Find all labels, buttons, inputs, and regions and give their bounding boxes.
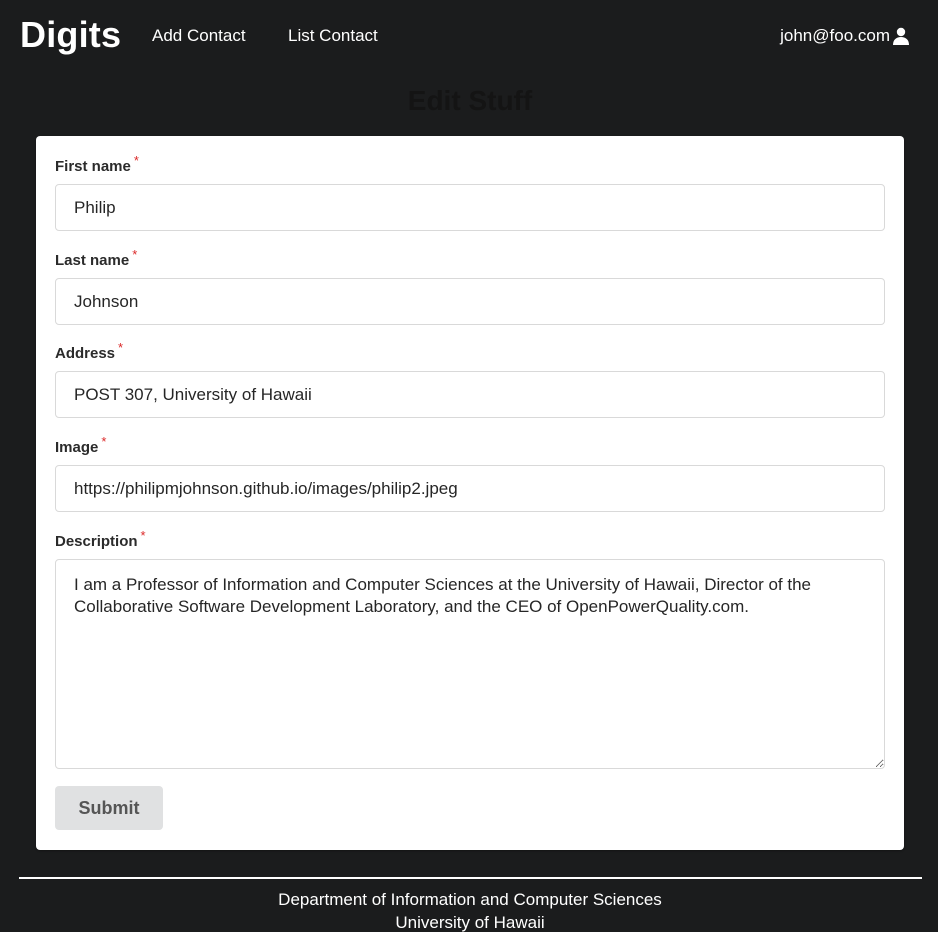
- address-field[interactable]: [55, 371, 885, 418]
- window-edge: [938, 0, 943, 932]
- first-name-label: First name *: [55, 153, 139, 176]
- required-marker: *: [140, 528, 146, 543]
- description-label: Description *: [55, 528, 146, 551]
- user-email: john@foo.com: [780, 26, 890, 45]
- last-name-label-text: Last name: [55, 252, 130, 269]
- nav-list-contact[interactable]: List Contact: [288, 26, 378, 46]
- image-label-text: Image: [55, 439, 99, 456]
- address-label: Address *: [55, 340, 123, 363]
- last-name-label: Last name *: [55, 247, 137, 270]
- description-textarea[interactable]: I am a Professor of Information and Comp…: [55, 559, 885, 769]
- last-name-field[interactable]: [55, 278, 885, 325]
- user-menu[interactable]: john@foo.com: [780, 26, 910, 46]
- image-label: Image *: [55, 434, 106, 457]
- user-icon: [892, 27, 910, 45]
- required-marker: *: [101, 434, 107, 449]
- page: Digits Add Contact List Contact john@foo…: [0, 0, 943, 932]
- first-name-label-text: First name: [55, 158, 131, 175]
- required-marker: *: [118, 340, 124, 355]
- brand-logo-link[interactable]: Digits: [20, 14, 121, 56]
- nav-add-contact[interactable]: Add Contact: [152, 26, 246, 46]
- submit-button[interactable]: Submit: [55, 786, 163, 830]
- address-label-text: Address: [55, 345, 116, 362]
- footer-divider: [19, 877, 922, 879]
- footer-department: Department of Information and Computer S…: [278, 890, 662, 909]
- edit-contact-form: First name* Last name* Address* Image* D…: [36, 136, 904, 850]
- footer-university: University of Hawaii: [395, 913, 545, 932]
- description-label-text: Description: [55, 533, 138, 550]
- navbar: Digits Add Contact List Contact john@foo…: [0, 0, 938, 72]
- image-url-field[interactable]: [55, 465, 885, 512]
- page-title: Edit Stuff: [407, 85, 533, 116]
- required-marker: *: [133, 153, 139, 168]
- required-marker: *: [132, 247, 138, 262]
- first-name-field[interactable]: [55, 184, 885, 231]
